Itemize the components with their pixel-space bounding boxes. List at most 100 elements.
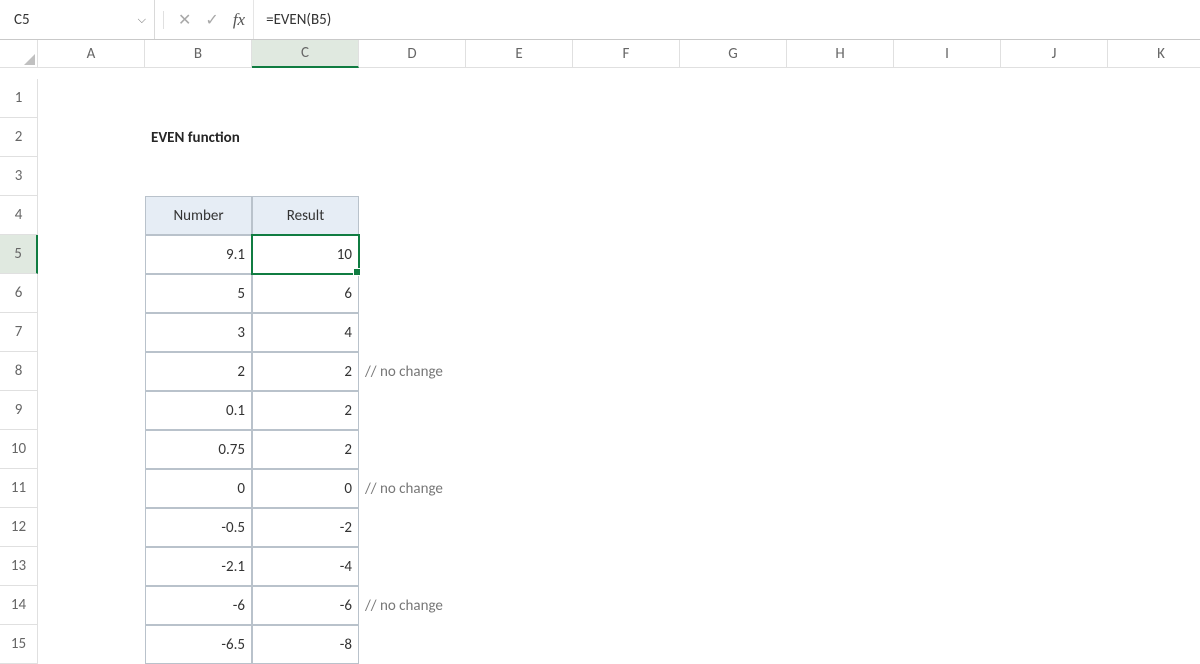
column-header-A[interactable]: A xyxy=(38,40,145,68)
cell-J5[interactable] xyxy=(1001,235,1108,274)
column-header-B[interactable]: B xyxy=(145,40,252,68)
cell-K14[interactable] xyxy=(1108,586,1200,625)
cell-I9[interactable] xyxy=(894,391,1001,430)
column-header-K[interactable]: K xyxy=(1108,40,1200,68)
cell-H9[interactable] xyxy=(787,391,894,430)
cell-H2[interactable] xyxy=(787,118,894,157)
cell-F6[interactable] xyxy=(573,274,680,313)
cell-E15[interactable] xyxy=(466,625,573,664)
cell-A8[interactable] xyxy=(38,352,145,391)
cell-H6[interactable] xyxy=(787,274,894,313)
name-box[interactable]: C5 xyxy=(14,11,30,29)
row-header-7[interactable]: 7 xyxy=(0,313,38,352)
cell-F15[interactable] xyxy=(573,625,680,664)
cell-I14[interactable] xyxy=(894,586,1001,625)
cell-A5[interactable] xyxy=(38,235,145,274)
chevron-down-icon[interactable]: ⌵ xyxy=(138,13,146,27)
table-cell-result[interactable]: 10 xyxy=(252,235,359,274)
cell-E13[interactable] xyxy=(466,547,573,586)
table-cell-number[interactable]: -6.5 xyxy=(145,625,252,664)
row-header-11[interactable]: 11 xyxy=(0,469,38,508)
cell-K4[interactable] xyxy=(1108,196,1200,235)
cell-H4[interactable] xyxy=(787,196,894,235)
row-header-14[interactable]: 14 xyxy=(0,586,38,625)
cell-A14[interactable] xyxy=(38,586,145,625)
cell-F1[interactable] xyxy=(573,79,680,118)
table-cell-number[interactable]: 9.1 xyxy=(145,235,252,274)
cell-F5[interactable] xyxy=(573,235,680,274)
row-header-6[interactable]: 6 xyxy=(0,274,38,313)
cell-G7[interactable] xyxy=(680,313,787,352)
cell-H1[interactable] xyxy=(787,79,894,118)
cell-D7[interactable] xyxy=(359,313,466,352)
cell-H5[interactable] xyxy=(787,235,894,274)
row-header-3[interactable]: 3 xyxy=(0,157,38,196)
table-cell-number[interactable]: 5 xyxy=(145,274,252,313)
cell-H11[interactable] xyxy=(787,469,894,508)
cell-K12[interactable] xyxy=(1108,508,1200,547)
cell-J13[interactable] xyxy=(1001,547,1108,586)
cell-K13[interactable] xyxy=(1108,547,1200,586)
cell-K2[interactable] xyxy=(1108,118,1200,157)
table-cell-result[interactable]: 2 xyxy=(252,352,359,391)
cell-J8[interactable] xyxy=(1001,352,1108,391)
cell-I7[interactable] xyxy=(894,313,1001,352)
table-cell-result[interactable]: 6 xyxy=(252,274,359,313)
cell-G11[interactable] xyxy=(680,469,787,508)
cell-D12[interactable] xyxy=(359,508,466,547)
cell-K7[interactable] xyxy=(1108,313,1200,352)
cell-A11[interactable] xyxy=(38,469,145,508)
cell-F7[interactable] xyxy=(573,313,680,352)
table-cell-result[interactable]: 2 xyxy=(252,391,359,430)
table-cell-result[interactable]: 2 xyxy=(252,430,359,469)
cell-J7[interactable] xyxy=(1001,313,1108,352)
column-header-I[interactable]: I xyxy=(894,40,1001,68)
cell-H13[interactable] xyxy=(787,547,894,586)
cell-A7[interactable] xyxy=(38,313,145,352)
fx-icon[interactable]: fx xyxy=(233,10,245,30)
cell-I12[interactable] xyxy=(894,508,1001,547)
column-header-E[interactable]: E xyxy=(466,40,573,68)
cell-K11[interactable] xyxy=(1108,469,1200,508)
name-box-wrap[interactable]: C5 ⌵ xyxy=(0,0,155,39)
cell-I13[interactable] xyxy=(894,547,1001,586)
cell-E2[interactable] xyxy=(466,118,573,157)
cell-I3[interactable] xyxy=(894,157,1001,196)
cell-G15[interactable] xyxy=(680,625,787,664)
cell-E9[interactable] xyxy=(466,391,573,430)
row-header-13[interactable]: 13 xyxy=(0,547,38,586)
cell-K1[interactable] xyxy=(1108,79,1200,118)
cell-A3[interactable] xyxy=(38,157,145,196)
cell-G14[interactable] xyxy=(680,586,787,625)
cell-H14[interactable] xyxy=(787,586,894,625)
cell-E10[interactable] xyxy=(466,430,573,469)
cell-C3[interactable] xyxy=(252,157,359,196)
cell-K5[interactable] xyxy=(1108,235,1200,274)
row-header-5[interactable]: 5 xyxy=(0,235,38,274)
cell-J6[interactable] xyxy=(1001,274,1108,313)
cell-G2[interactable] xyxy=(680,118,787,157)
cell-E3[interactable] xyxy=(466,157,573,196)
cell-D1[interactable] xyxy=(359,79,466,118)
cell-B1[interactable] xyxy=(145,79,252,118)
table-cell-result[interactable]: 4 xyxy=(252,313,359,352)
cell-A10[interactable] xyxy=(38,430,145,469)
cell-I5[interactable] xyxy=(894,235,1001,274)
cell-E4[interactable] xyxy=(466,196,573,235)
cell-C1[interactable] xyxy=(252,79,359,118)
cell-J15[interactable] xyxy=(1001,625,1108,664)
cell-F14[interactable] xyxy=(573,586,680,625)
table-cell-number[interactable]: -2.1 xyxy=(145,547,252,586)
table-cell-result[interactable]: -2 xyxy=(252,508,359,547)
cell-G13[interactable] xyxy=(680,547,787,586)
column-header-C[interactable]: C xyxy=(252,40,359,68)
cell-E6[interactable] xyxy=(466,274,573,313)
formula-input[interactable]: =EVEN(B5) xyxy=(254,0,1200,39)
cell-K10[interactable] xyxy=(1108,430,1200,469)
cell-B3[interactable] xyxy=(145,157,252,196)
row-header-15[interactable]: 15 xyxy=(0,625,38,664)
cell-J3[interactable] xyxy=(1001,157,1108,196)
cell-F9[interactable] xyxy=(573,391,680,430)
cell-I10[interactable] xyxy=(894,430,1001,469)
cell-A9[interactable] xyxy=(38,391,145,430)
